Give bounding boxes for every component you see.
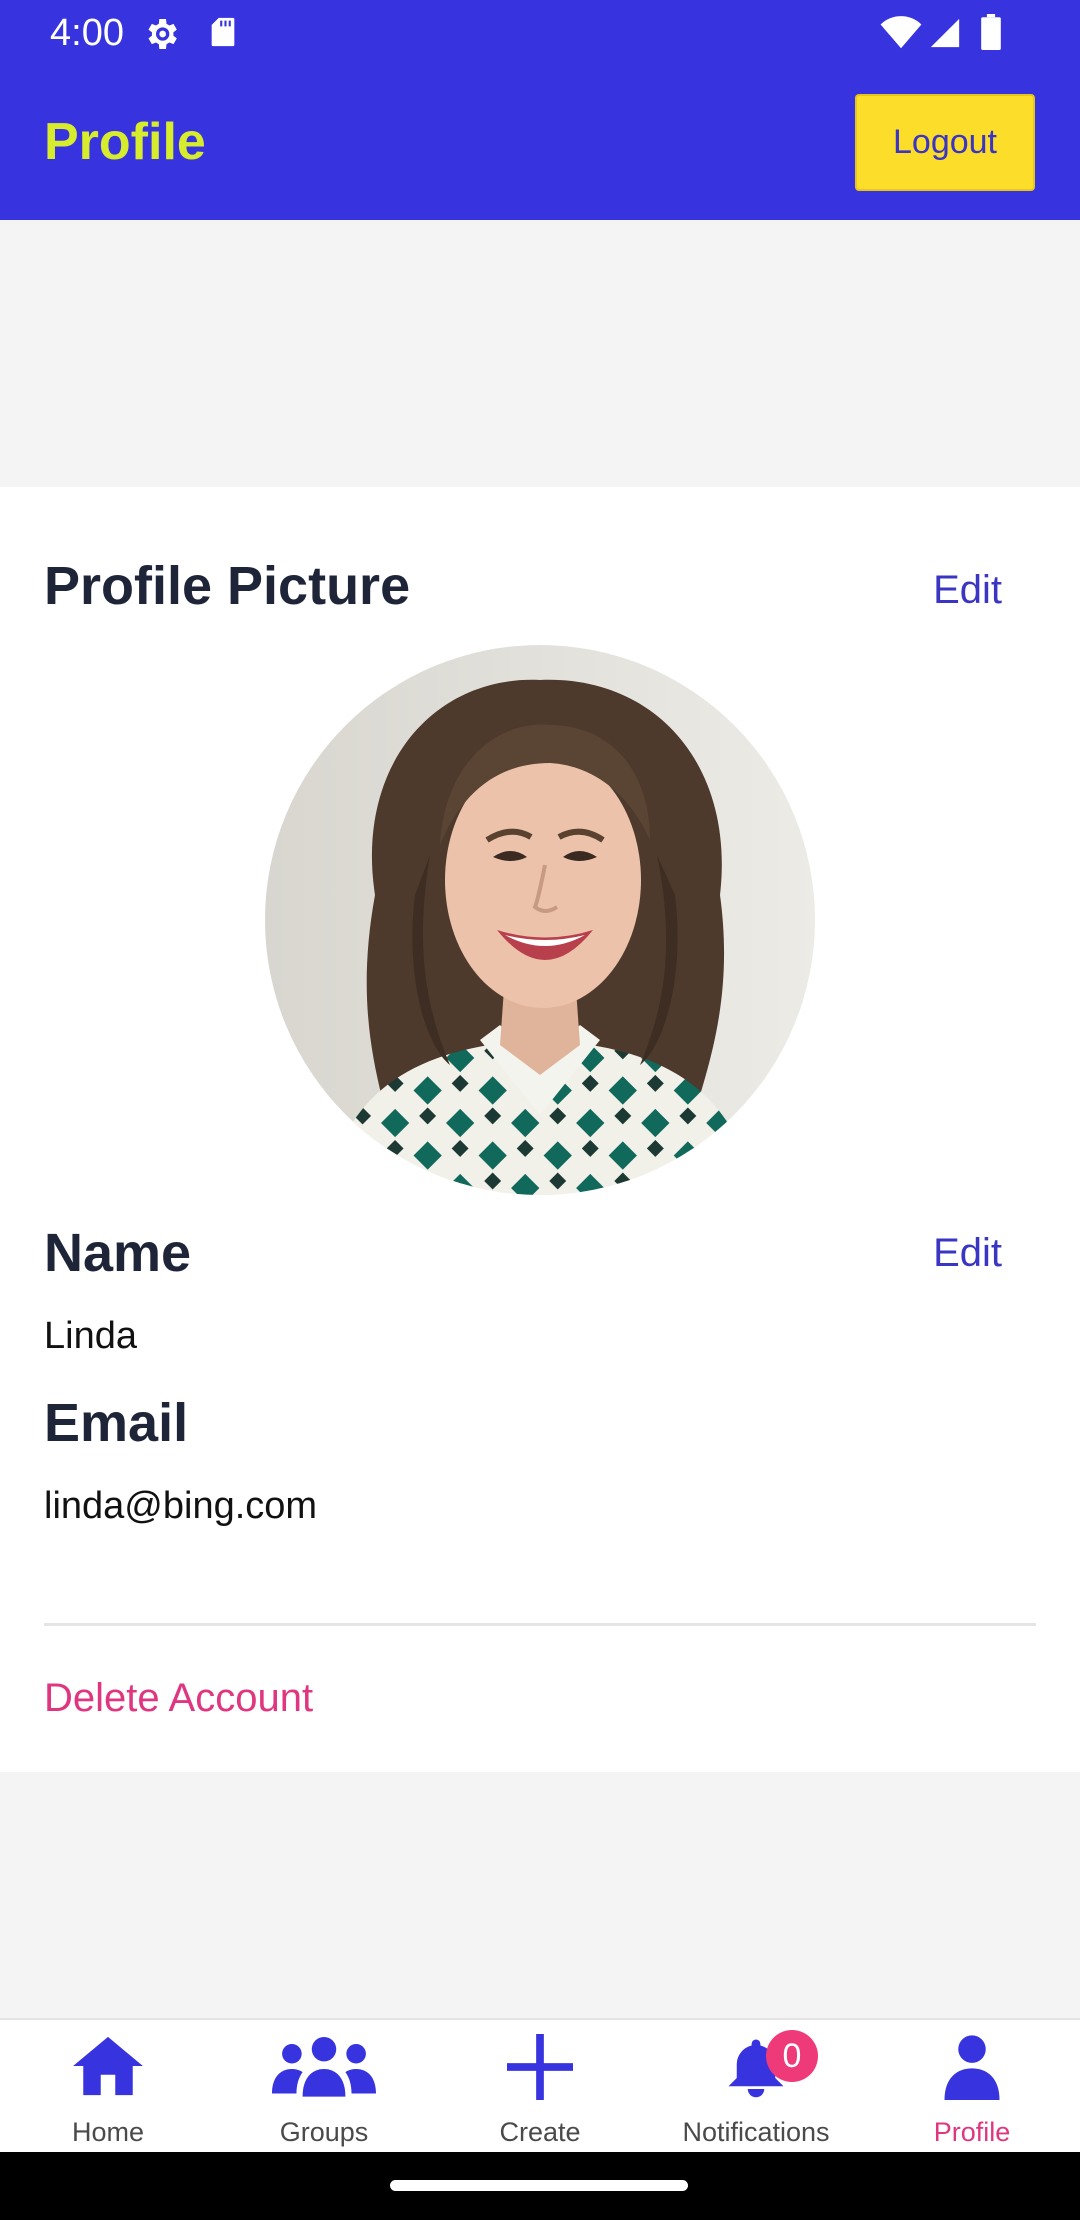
delete-account-link[interactable]: Delete Account — [44, 1675, 313, 1721]
nav-label-notifications: Notifications — [682, 2117, 830, 2147]
edit-picture-link[interactable]: Edit — [933, 567, 1002, 613]
wifi-icon — [880, 16, 922, 49]
nav-item-home[interactable]: Home — [0, 2020, 216, 2154]
nav-label-create: Create — [499, 2117, 581, 2147]
notification-badge: 0 — [766, 2030, 818, 2082]
nav-item-profile[interactable]: Profile — [864, 2020, 1080, 2154]
nav-label-home: Home — [71, 2117, 145, 2147]
bottom-navigation: Home Groups Create 0 Notifications Profi… — [0, 2018, 1080, 2152]
nav-item-notifications[interactable]: 0 Notifications — [648, 2020, 864, 2154]
avatar[interactable] — [265, 645, 815, 1195]
status-bar: 4:00 — [0, 0, 1080, 66]
settings-gear-icon — [148, 19, 177, 49]
status-time: 4:00 — [50, 12, 124, 54]
avatar-image — [265, 645, 815, 1195]
profile-card: Profile Picture Edit Name Edit Linda Ema… — [0, 487, 1080, 1772]
home-icon — [73, 2036, 143, 2096]
divider — [44, 1623, 1036, 1626]
battery-icon — [981, 14, 1001, 50]
nav-item-groups[interactable]: Groups — [216, 2020, 432, 2154]
plus-icon — [507, 2034, 573, 2100]
edit-name-link[interactable]: Edit — [933, 1230, 1002, 1276]
nav-label-groups: Groups — [279, 2117, 369, 2147]
sd-card-icon — [211, 17, 235, 47]
page-title: Profile — [44, 113, 206, 171]
logout-button[interactable]: Logout — [855, 94, 1035, 191]
nav-item-create[interactable]: Create — [432, 2020, 648, 2154]
system-navigation-bar — [0, 2152, 1080, 2220]
nav-label-profile: Profile — [933, 2117, 1011, 2147]
name-value: Linda — [44, 1315, 137, 1357]
email-value: linda@bing.com — [44, 1485, 318, 1527]
groups-icon — [272, 2036, 376, 2097]
cell-signal-icon — [930, 18, 960, 48]
gesture-handle[interactable] — [390, 2180, 688, 2191]
profile-picture-heading: Profile Picture — [44, 556, 411, 616]
email-heading: Email — [44, 1393, 189, 1453]
app-bar: Profile Logout — [0, 66, 1080, 220]
name-heading: Name — [44, 1223, 192, 1283]
person-icon — [944, 2035, 1000, 2100]
